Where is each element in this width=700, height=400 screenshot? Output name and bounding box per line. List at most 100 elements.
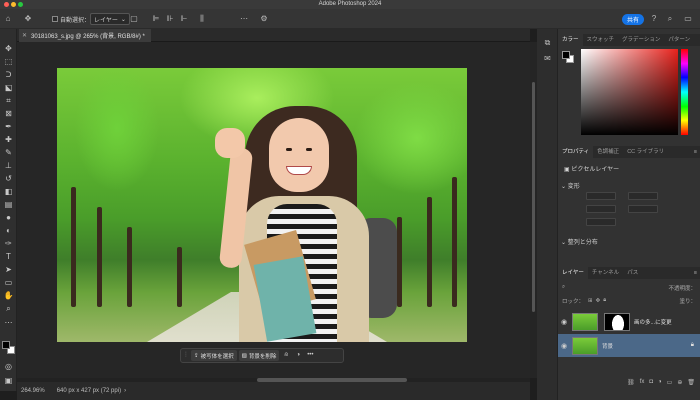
crop-tool-icon[interactable]: ⌗ <box>3 95 14 106</box>
path-selection-tool-icon[interactable]: ➤ <box>3 264 14 275</box>
panel-menu-icon[interactable]: ≡ <box>694 149 697 155</box>
tab-layers[interactable]: レイヤー <box>558 267 588 279</box>
layer-name[interactable]: 画の多...に変更 <box>634 318 672 326</box>
chevron-down-icon[interactable]: ⌄ <box>561 240 566 246</box>
search-icon[interactable]: ⌕ <box>664 13 676 25</box>
person-outline-icon[interactable]: ⍝ <box>281 350 291 361</box>
new-group-icon[interactable]: ▭ <box>667 379 673 386</box>
lasso-tool-icon[interactable]: ᑐ <box>3 69 14 80</box>
tab-adjustments[interactable]: 色調補正 <box>593 146 623 158</box>
distribute-icon[interactable]: ⫼ <box>196 13 208 25</box>
healing-brush-tool-icon[interactable]: ✚ <box>3 134 14 145</box>
lock-all-icon[interactable]: 🔒︎ <box>603 297 606 304</box>
add-mask-icon[interactable]: ◘ <box>649 379 653 385</box>
fill-label[interactable]: 塗り： <box>679 297 696 305</box>
settings-gear-icon[interactable]: ⚙ <box>258 13 270 25</box>
brush-tool-icon[interactable]: ✎ <box>3 147 14 158</box>
layer-mask-thumbnail[interactable] <box>604 312 630 331</box>
tab-paths[interactable]: パス <box>623 267 642 279</box>
history-brush-tool-icon[interactable]: ↺ <box>3 173 14 184</box>
panel-menu-icon[interactable]: ≡ <box>694 270 697 276</box>
select-subject-button[interactable]: ⇪ 被写体を選択 <box>191 350 237 361</box>
lock-pixels-icon[interactable]: ⊞ <box>588 298 593 304</box>
frame-tool-icon[interactable]: ⊠ <box>3 108 14 119</box>
move-tool-icon[interactable]: ✥ <box>3 43 14 54</box>
more-tools-icon[interactable]: ⋯ <box>3 317 14 328</box>
layer-row-selected[interactable]: ◉ 背景 🔒︎ <box>558 334 700 357</box>
layer-thumbnail[interactable] <box>572 336 598 355</box>
color-picker-field[interactable] <box>581 49 678 135</box>
hand-tool-icon[interactable]: ✋ <box>3 290 14 301</box>
chevron-down-icon[interactable]: ⌄ <box>561 184 566 190</box>
help-icon[interactable]: ? <box>648 13 660 25</box>
object-selection-tool-icon[interactable]: ⬕ <box>3 82 14 93</box>
chevron-right-icon[interactable]: › <box>124 388 126 394</box>
adjustment-circle-icon[interactable]: ◑ <box>293 350 303 361</box>
y-field[interactable] <box>628 205 658 213</box>
vertical-scrollbar[interactable] <box>530 42 537 378</box>
new-layer-icon[interactable]: ⊕ <box>677 379 682 386</box>
delete-layer-icon[interactable]: 🗑︎ <box>687 379 695 386</box>
vertical-scroll-thumb[interactable] <box>532 82 535 312</box>
align-center-icon[interactable]: ⊪ <box>164 13 176 25</box>
more-options-icon[interactable]: ⋯ <box>238 13 250 25</box>
workspace-icon[interactable]: ▭ <box>682 13 694 25</box>
lock-position-icon[interactable]: ✥ <box>596 298 601 304</box>
close-icon[interactable]: ✕ <box>22 32 27 39</box>
zoom-tool-icon[interactable]: ⌕ <box>3 303 14 314</box>
adjustment-layer-icon[interactable]: ◑ <box>658 379 662 385</box>
tab-channels[interactable]: チャンネル <box>588 267 623 279</box>
move-tool-icon[interactable]: ✥ <box>22 13 34 25</box>
tab-swatches[interactable]: スウォッチ <box>583 34 619 46</box>
rectangle-tool-icon[interactable]: ▭ <box>3 277 14 288</box>
layer-style-icon[interactable]: fx <box>640 379 645 385</box>
document-tab[interactable]: ✕ 30181063_s.jpg @ 265% (背景, RGB/8#) * <box>19 29 151 42</box>
angle-field[interactable] <box>586 218 616 226</box>
drag-handle-icon[interactable]: ⋮ <box>183 350 189 361</box>
search-icon[interactable]: ⌕ <box>562 284 565 291</box>
gradient-tool-icon[interactable]: ▤ <box>3 199 14 210</box>
lock-icon[interactable]: 🔒︎ <box>691 342 694 349</box>
comments-icon[interactable]: ✉ <box>542 53 553 64</box>
blur-tool-icon[interactable]: ● <box>3 212 14 223</box>
color-panel-foreground-swatch[interactable] <box>562 51 570 59</box>
align-right-icon[interactable]: ⊩ <box>178 13 190 25</box>
eyedropper-tool-icon[interactable]: ✒ <box>3 121 14 132</box>
blend-mode-label[interactable]: 不透明度： <box>668 284 696 292</box>
layer-row[interactable]: ◉ 画の多...に変更 <box>558 310 700 333</box>
auto-select-checkbox-group[interactable]: 自動選択： <box>52 13 90 25</box>
zoom-level[interactable]: 264.96% <box>21 388 45 394</box>
visibility-eye-icon[interactable]: ◉ <box>558 342 570 350</box>
tab-color[interactable]: カラー <box>558 34 583 46</box>
history-icon[interactable]: ⧉ <box>542 37 553 48</box>
visibility-eye-icon[interactable]: ◉ <box>558 318 570 326</box>
width-field[interactable] <box>586 192 616 200</box>
align-left-icon[interactable]: ⊫ <box>150 13 162 25</box>
layer-select-dropdown[interactable]: レイヤー ⌄ <box>90 13 130 25</box>
tab-patterns[interactable]: パターン <box>664 34 694 46</box>
hue-slider[interactable] <box>681 49 688 135</box>
remove-background-button[interactable]: ▨ 背景を削除 <box>238 350 280 361</box>
clone-stamp-tool-icon[interactable]: ⊥ <box>3 160 14 171</box>
share-button[interactable]: 共有 <box>622 13 645 25</box>
canvas-workspace[interactable] <box>17 42 530 378</box>
tab-gradients[interactable]: グラデーション <box>618 34 664 46</box>
x-field[interactable] <box>586 205 616 213</box>
home-icon[interactable]: ⌂ <box>2 13 14 25</box>
screen-mode-icon[interactable]: ▣ <box>3 375 14 386</box>
tab-properties[interactable]: プロパティ <box>558 146 594 158</box>
eraser-tool-icon[interactable]: ◧ <box>3 186 14 197</box>
height-field[interactable] <box>628 192 658 200</box>
auto-select-checkbox[interactable] <box>52 16 58 22</box>
transform-controls-icon[interactable]: ▢ <box>128 13 140 25</box>
type-tool-icon[interactable]: T <box>3 251 14 262</box>
link-layers-icon[interactable]: ⛓ <box>627 379 635 386</box>
layer-name[interactable]: 背景 <box>602 342 613 350</box>
pen-tool-icon[interactable]: ✑ <box>3 238 14 249</box>
tab-cc-libraries[interactable]: CC ライブラリ <box>623 146 668 158</box>
dodge-tool-icon[interactable]: ◐ <box>3 225 14 236</box>
foreground-color-swatch[interactable] <box>2 341 10 349</box>
layer-thumbnail[interactable] <box>572 312 598 331</box>
more-icon[interactable]: ••• <box>305 350 315 361</box>
document-canvas-photo[interactable] <box>57 68 467 342</box>
